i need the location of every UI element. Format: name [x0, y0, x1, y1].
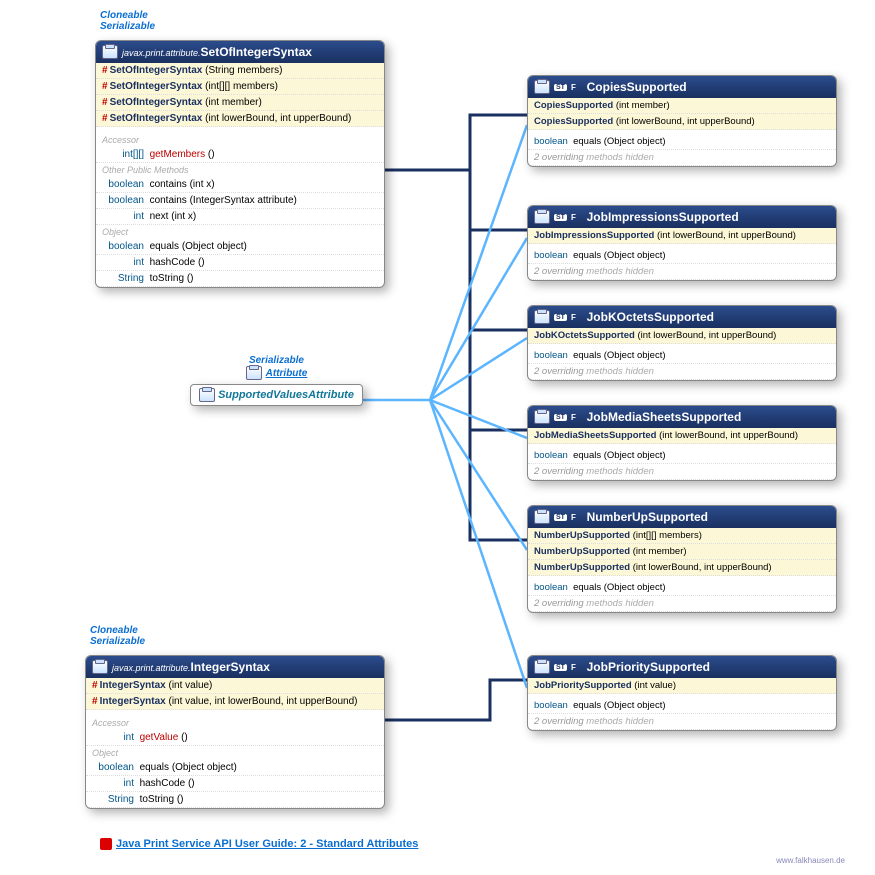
- class-header: javax.print.attribute.IntegerSyntax: [86, 656, 384, 678]
- class-header: ST F JobPrioritySupported: [528, 656, 836, 678]
- class-CopiesSupported: ST F CopiesSupportedCopiesSupported (int…: [527, 75, 837, 167]
- interface-SupportedValuesAttribute: Serializable Attribute SupportedValuesAt…: [190, 355, 363, 406]
- class-header: ST F JobImpressionsSupported: [528, 206, 836, 228]
- interface-title: SupportedValuesAttribute: [218, 389, 354, 401]
- class-icon: [534, 80, 550, 94]
- interface-icon: [246, 366, 262, 380]
- class-header: ST F CopiesSupported: [528, 76, 836, 98]
- class-NumberUpSupported: ST F NumberUpSupportedNumberUpSupported …: [527, 505, 837, 613]
- class-icon: [92, 660, 108, 674]
- class-icon: [534, 410, 550, 424]
- class-header: javax.print.attribute.SetOfIntegerSyntax: [96, 41, 384, 63]
- class-header: ST F JobKOctetsSupported: [528, 306, 836, 328]
- oracle-icon: [100, 838, 112, 850]
- class-icon: [534, 660, 550, 674]
- annotation-cloneable: Cloneable Serializable: [100, 10, 155, 32]
- class-icon: [102, 45, 118, 59]
- class-icon: [534, 310, 550, 324]
- class-JobKOctetsSupported: ST F JobKOctetsSupportedJobKOctetsSuppor…: [527, 305, 837, 381]
- class-JobMediaSheetsSupported: ST F JobMediaSheetsSupportedJobMediaShee…: [527, 405, 837, 481]
- interface-icon: [199, 388, 215, 402]
- class-header: ST F NumberUpSupported: [528, 506, 836, 528]
- class-IntegerSyntax: javax.print.attribute.IntegerSyntax #Int…: [85, 655, 385, 809]
- class-JobImpressionsSupported: ST F JobImpressionsSupportedJobImpressio…: [527, 205, 837, 281]
- class-icon: [534, 510, 550, 524]
- footer-link[interactable]: Java Print Service API User Guide: 2 - S…: [100, 838, 418, 850]
- class-SetOfIntegerSyntax: javax.print.attribute.SetOfIntegerSyntax…: [95, 40, 385, 288]
- class-header: ST F JobMediaSheetsSupported: [528, 406, 836, 428]
- class-JobPrioritySupported: ST F JobPrioritySupportedJobPrioritySupp…: [527, 655, 837, 731]
- credit: www.falkhausen.de: [776, 856, 845, 865]
- annotation-cloneable-2: Cloneable Serializable: [90, 625, 145, 647]
- class-icon: [534, 210, 550, 224]
